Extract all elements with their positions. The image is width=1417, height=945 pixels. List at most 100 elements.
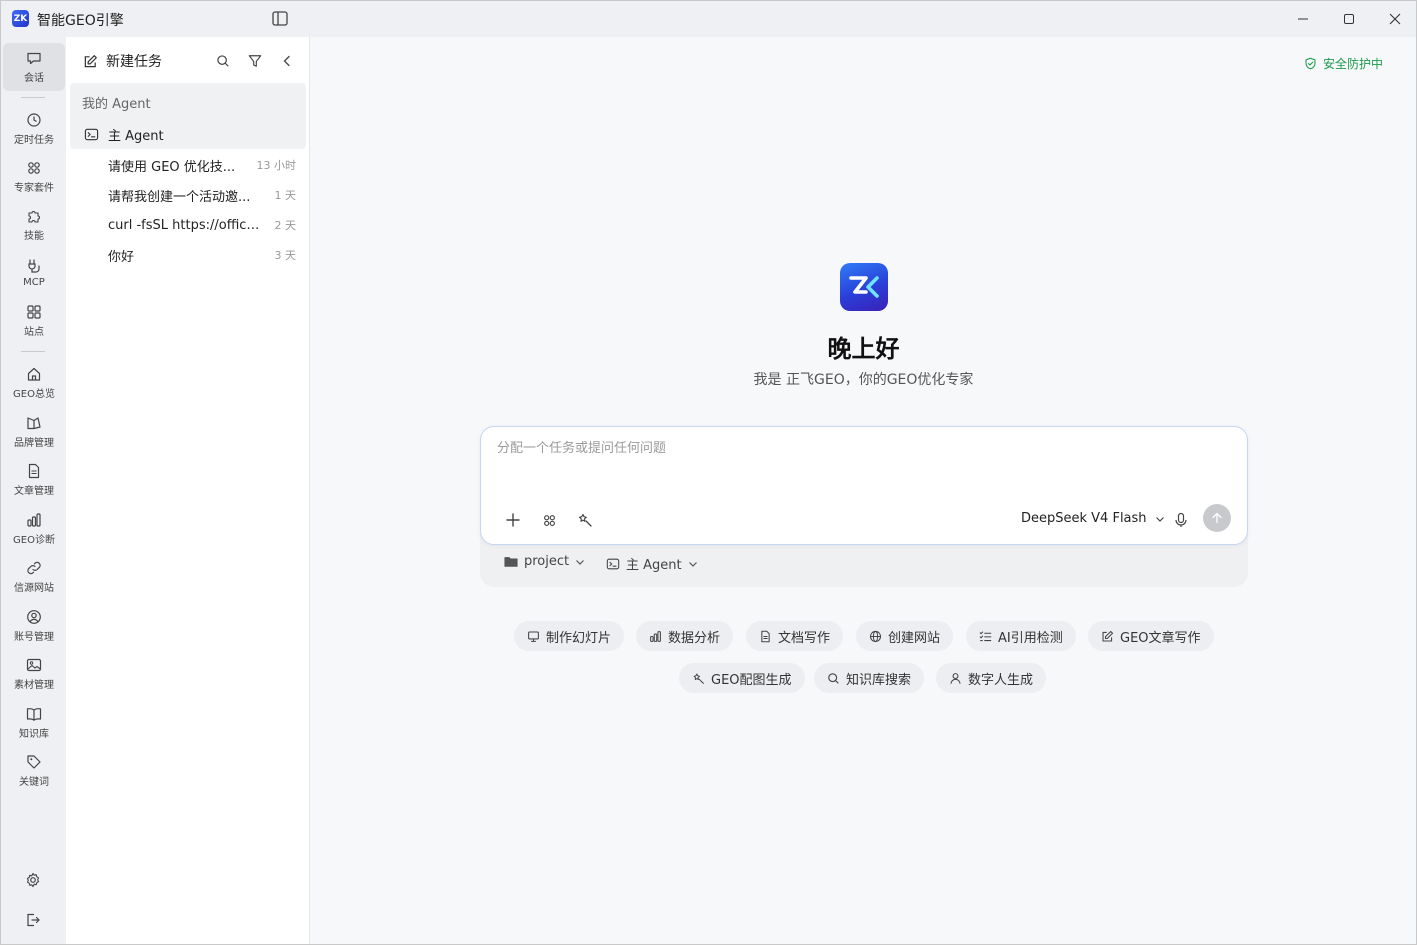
app-logo-icon: ZK — [12, 10, 29, 27]
agent-item-main[interactable]: 主 Agent — [84, 125, 164, 144]
settings-button[interactable] — [21, 868, 45, 892]
composer-box: DeepSeek V4 Flash — [480, 426, 1248, 545]
document-icon — [28, 463, 40, 479]
rail-item-skills[interactable]: 技能 — [3, 201, 65, 249]
task-time: 3 天 — [274, 249, 297, 262]
rail-label: 定时任务 — [14, 135, 54, 146]
quick-action-data-analysis[interactable]: 数据分析 — [636, 621, 734, 651]
rail-label: 账号管理 — [14, 632, 54, 643]
book-icon — [26, 708, 42, 721]
rail-item-scheduled[interactable]: 定时任务 — [3, 105, 65, 153]
search-icon — [217, 55, 229, 67]
rail-divider — [21, 97, 45, 98]
tag-icon — [27, 755, 41, 769]
quick-action-label: 知识库搜索 — [846, 672, 912, 688]
rail-item-knowledge[interactable]: 知识库 — [3, 699, 65, 747]
task-item[interactable]: curl -fsSL https://officec... 2 天 — [70, 210, 306, 240]
expert-suite-button[interactable] — [539, 510, 559, 530]
filter-button[interactable] — [247, 53, 263, 69]
quick-action-knowledge-search[interactable]: 知识库搜索 — [814, 663, 925, 693]
composer-container: DeepSeek V4 Flash project 主 Agent — [480, 426, 1248, 587]
link-icon — [27, 561, 41, 575]
send-button[interactable] — [1203, 504, 1231, 532]
rail-item-mcp[interactable]: MCP — [3, 249, 65, 297]
voice-button[interactable] — [1171, 510, 1191, 530]
rail-item-expert-suite[interactable]: 专家套件 — [3, 153, 65, 201]
quick-action-slides[interactable]: 制作幻灯片 — [514, 621, 625, 651]
rail-item-geo-diagnosis[interactable]: GEO诊断 — [3, 505, 65, 553]
rail-label: GEO总览 — [13, 389, 55, 400]
app-window: ZK 智能GEO引擎 会话 定时任务 专家套件 技能 MCP 站点 GEO总览 … — [0, 0, 1417, 945]
quick-action-ai-citation[interactable]: AI引用检测 — [966, 621, 1076, 651]
person-icon — [950, 672, 961, 684]
search-icon — [828, 672, 839, 684]
globe-icon — [869, 630, 882, 642]
rail-item-geo-overview[interactable]: GEO总览 — [3, 359, 65, 407]
rail-item-accounts[interactable]: 账号管理 — [3, 602, 65, 650]
maximize-button[interactable] — [1326, 1, 1372, 37]
folder-icon — [504, 557, 518, 567]
rail-label: 专家套件 — [14, 183, 54, 194]
task-item[interactable]: 请帮我创建一个活动邀... 1 天 — [70, 180, 306, 210]
magic-wand-icon — [578, 513, 592, 527]
quick-action-geo-image[interactable]: GEO配图生成 — [679, 663, 805, 693]
agent-selector[interactable]: 主 Agent — [606, 554, 698, 573]
quick-action-label: 创建网站 — [888, 630, 941, 646]
rail-label: 站点 — [24, 327, 44, 338]
quick-action-digital-human[interactable]: 数字人生成 — [936, 663, 1047, 693]
rail-item-articles[interactable]: 文章管理 — [3, 456, 65, 504]
rail-item-chat[interactable]: 会话 — [3, 43, 65, 91]
rail-label: 信源网站 — [14, 583, 54, 594]
model-label: DeepSeek V4 Flash — [1021, 511, 1147, 526]
rail-item-keywords[interactable]: 关键词 — [3, 747, 65, 795]
task-title: 请帮我创建一个活动邀... — [108, 189, 251, 205]
task-item[interactable]: 请使用 GEO 优化技... 13 小时 — [70, 150, 306, 180]
document-icon — [761, 630, 770, 642]
task-panel-header: 新建任务 — [66, 37, 309, 83]
project-label: project — [524, 554, 570, 569]
chevron-down-icon — [1155, 516, 1164, 522]
rail-divider — [21, 351, 45, 352]
brand-icon — [27, 417, 41, 430]
clock-icon — [27, 113, 41, 127]
rail-item-sites[interactable]: 站点 — [3, 297, 65, 345]
rail-label: 会话 — [24, 73, 44, 84]
logout-button[interactable] — [21, 908, 45, 932]
chat-icon — [27, 52, 41, 65]
sidebar-toggle-icon[interactable] — [272, 11, 288, 26]
task-input[interactable] — [497, 441, 1227, 456]
quick-action-label: AI引用检测 — [998, 630, 1063, 646]
plug-icon — [28, 259, 40, 273]
quick-action-doc-writing[interactable]: 文档写作 — [746, 621, 844, 651]
new-task-button[interactable]: 新建任务 — [83, 51, 162, 71]
magic-button[interactable] — [575, 510, 595, 530]
project-selector[interactable]: project — [504, 554, 585, 569]
collapse-panel-button[interactable] — [279, 53, 295, 69]
task-item[interactable]: 你好 3 天 — [70, 240, 306, 270]
magic-icon — [693, 673, 704, 684]
close-button[interactable] — [1372, 1, 1416, 37]
task-time: 13 小时 — [256, 159, 297, 172]
attach-button[interactable] — [503, 510, 523, 530]
filter-icon — [248, 55, 262, 67]
bar-chart-icon — [27, 513, 41, 527]
agent-label: 主 Agent — [108, 129, 164, 144]
rail-item-brand[interactable]: 品牌管理 — [3, 408, 65, 456]
edit-icon — [84, 54, 97, 67]
rail-item-materials[interactable]: 素材管理 — [3, 650, 65, 698]
model-selector[interactable]: DeepSeek V4 Flash — [1021, 511, 1165, 526]
task-time: 2 天 — [274, 219, 297, 232]
quick-action-label: GEO文章写作 — [1120, 630, 1201, 646]
greeting-subtitle: 我是 正飞GEO，你的GEO优化专家 — [753, 372, 974, 388]
grid-icon — [28, 162, 40, 174]
image-icon — [26, 658, 42, 672]
chevron-down-icon — [576, 559, 585, 565]
grid-icon — [543, 514, 555, 526]
rail-item-source-sites[interactable]: 信源网站 — [3, 553, 65, 601]
minimize-button[interactable] — [1280, 1, 1326, 37]
quick-action-create-website[interactable]: 创建网站 — [856, 621, 954, 651]
section-title: 我的 Agent — [82, 97, 151, 112]
quick-action-geo-article[interactable]: GEO文章写作 — [1088, 621, 1214, 651]
search-button[interactable] — [215, 53, 231, 69]
task-panel: 新建任务 我的 Agent 主 Agent 请使用 GEO 优化技... 13 … — [66, 37, 310, 944]
